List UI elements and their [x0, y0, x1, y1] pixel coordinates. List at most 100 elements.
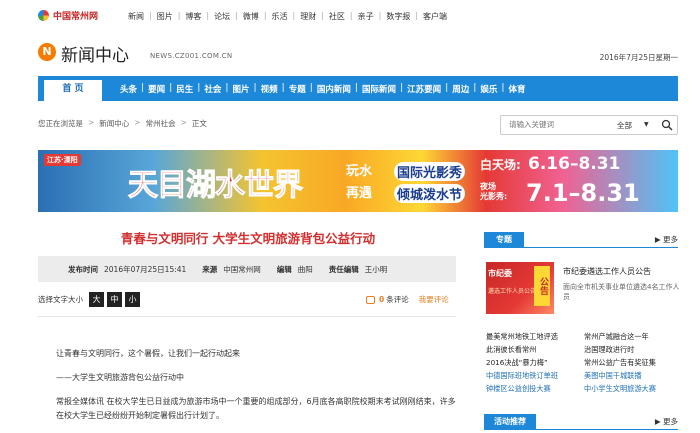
nav-item[interactable]: 图片: [233, 83, 250, 95]
banner-text: 再遇: [346, 186, 373, 201]
current-date: 2016年7月25日星期一: [599, 53, 678, 62]
nav-item[interactable]: 民生: [176, 83, 193, 95]
write-comment-link[interactable]: 我要评论: [419, 294, 449, 305]
sidebar-events-header: 活动推荐 ▶ 更多: [484, 414, 678, 430]
nav-item[interactable]: 头条: [120, 83, 137, 95]
thumbnail-subtitle: 遴选工作人员公告: [488, 288, 537, 295]
top-nav-item[interactable]: 亲子: [358, 11, 374, 22]
separator: |: [197, 82, 201, 93]
nav-item[interactable]: 社会: [204, 83, 221, 95]
meta-editor: 曲阳: [297, 264, 313, 274]
nav-item[interactable]: 要闻: [148, 83, 165, 95]
top-nav-item[interactable]: 客户端: [423, 11, 447, 22]
section-title[interactable]: 新闻中心: [61, 41, 129, 66]
top-nav-item[interactable]: 数字报: [386, 11, 410, 22]
separator: |: [354, 82, 358, 93]
meta-time: 2016年07月25日15:41: [104, 264, 187, 274]
top-bar: 中国常州网 新闻 | 图片 | 博客 | 论坛 | 微博 | 乐活 | 理财 | 社区 | 亲子…: [0, 0, 700, 28]
separator: >: [180, 118, 187, 127]
top-nav-item[interactable]: 微博: [243, 11, 259, 22]
tab-topics[interactable]: 专题: [484, 232, 524, 248]
banner-headline: 天目湖水世界: [128, 168, 304, 204]
thumbnail-tag: 公告: [534, 266, 550, 306]
top-nav-item[interactable]: 乐活: [272, 11, 288, 22]
separator: |: [281, 82, 285, 93]
comments-label[interactable]: 条评论: [386, 294, 409, 305]
tab-events[interactable]: 活动推荐: [484, 414, 536, 430]
topic-link[interactable]: 钟楼区公益创投大赛: [486, 383, 584, 395]
search-scope-select[interactable]: 全部: [617, 120, 632, 131]
separator: |: [149, 11, 152, 20]
nav-home-tab[interactable]: 首 页: [44, 80, 102, 101]
separator: |: [378, 11, 382, 20]
banner-night-label-line: 夜场: [480, 182, 496, 191]
section-header: N 新闻中心 NEWS.CZ001.COM.CN 2016年7月25日星期一: [38, 40, 678, 68]
separator: |: [415, 11, 419, 20]
topic-link[interactable]: 常州公益广告有奖征集: [584, 357, 680, 369]
main-nav: 首 页 头条 | 要闻 | 民生 | 社会 | 图片 | 视频 | 专题 | 国内新闻 | 国际…: [38, 76, 678, 101]
banner-location-tag: 江苏·溧阳: [44, 154, 81, 166]
more-link[interactable]: ▶ 更多: [655, 234, 678, 245]
topic-link[interactable]: 此消彼长看常州: [486, 344, 584, 356]
more-arrow-icon: ▶: [654, 417, 661, 426]
topic-link[interactable]: 常州产城融合这一年: [584, 331, 680, 343]
breadcrumb-link[interactable]: 常州社会: [146, 118, 176, 129]
topic-links: 最美常州地铁工地评选 常州产城融合这一年 此消彼长看常州 治国理政进行时 201…: [486, 331, 680, 395]
nav-item[interactable]: 体育: [509, 83, 526, 95]
topic-link[interactable]: 中德国际班地铁订单班: [486, 370, 584, 382]
separator: |: [400, 82, 404, 93]
banner-ad[interactable]: 江苏·溧阳 天目湖水世界 玩水 再遇 国际光影秀 倾城泼水节 白天场: 6.16…: [38, 150, 678, 212]
font-small-button[interactable]: 小: [125, 292, 140, 307]
topic-link[interactable]: 治国理政进行时: [584, 344, 680, 356]
more-link-label: 更多: [663, 417, 678, 426]
nav-item[interactable]: 江苏要闻: [407, 83, 441, 95]
separator: |: [263, 11, 267, 20]
section-domain: NEWS.CZ001.COM.CN: [150, 52, 233, 60]
top-nav-item[interactable]: 理财: [300, 11, 316, 22]
top-nav-item[interactable]: 图片: [157, 11, 173, 22]
topic-link[interactable]: 美图中国千城联播: [584, 370, 680, 382]
banner-day-label: 白天场:: [480, 158, 521, 172]
topic-thumbnail[interactable]: 市纪委 遴选工作人员公告 公告: [486, 262, 554, 314]
separator: |: [501, 82, 505, 93]
nav-item[interactable]: 专题: [289, 83, 306, 95]
top-nav-item[interactable]: 新闻: [128, 11, 144, 22]
search-box: 全部 ▼: [500, 115, 678, 135]
separator: |: [206, 11, 210, 20]
breadcrumb-current: 正文: [191, 119, 207, 128]
separator: |: [292, 11, 296, 20]
meta-source-label: 来源: [202, 264, 218, 274]
separator: >: [88, 118, 95, 127]
meta-source: 中国常州网: [223, 264, 261, 274]
topic-link[interactable]: 2016决战“暴力梅”: [486, 357, 584, 369]
logo-icon: [38, 10, 49, 21]
font-medium-button[interactable]: 中: [107, 292, 122, 307]
breadcrumb-link[interactable]: 新闻中心: [99, 118, 129, 129]
nav-item[interactable]: 娱乐: [480, 83, 497, 95]
top-nav-item[interactable]: 博客: [185, 11, 201, 22]
site-logo[interactable]: 中国常州网: [38, 9, 98, 22]
nav-item[interactable]: 视频: [261, 83, 278, 95]
caret-down-icon[interactable]: ▼: [644, 121, 649, 128]
topic-link[interactable]: 中小学生文明旅游大赛: [584, 383, 680, 395]
search-icon[interactable]: [661, 119, 673, 131]
news-badge-icon: N: [38, 43, 56, 61]
top-nav-item[interactable]: 社区: [329, 11, 345, 22]
topic-summary: 面向全市机关事业单位遴选4名工作人员: [563, 283, 680, 301]
font-large-button[interactable]: 大: [89, 292, 104, 307]
more-link[interactable]: ▶ 更多: [655, 416, 678, 427]
search-input[interactable]: [509, 120, 609, 129]
banner-text: 国际光影秀: [394, 162, 466, 181]
nav-item[interactable]: 国际新闻: [362, 83, 396, 95]
topic-headline[interactable]: 市纪委遴选工作人员公告: [563, 266, 651, 277]
separator: >: [134, 118, 141, 127]
nav-item[interactable]: 周边: [452, 83, 469, 95]
comment-icon: [366, 295, 375, 304]
top-nav-item[interactable]: 论坛: [214, 11, 230, 22]
topic-link[interactable]: 最美常州地铁工地评选: [486, 331, 584, 343]
banner-night-dates: 7.1–8.31: [526, 179, 640, 207]
meta-chief-label: 责任编辑: [328, 264, 359, 274]
top-nav: 新闻 | 图片 | 博客 | 论坛 | 微博 | 乐活 | 理财 | 社区 | 亲子 | 数字报 |…: [128, 11, 447, 22]
nav-item[interactable]: 国内新闻: [317, 83, 351, 95]
banner-text: 玩水: [346, 164, 373, 179]
